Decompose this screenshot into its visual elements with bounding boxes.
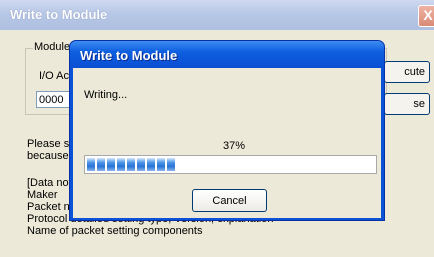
- detail-line-5: Name of packet setting components: [27, 225, 203, 237]
- detail-line-2: Maker: [27, 189, 58, 201]
- dialog-title-bar[interactable]: Write to Module: [70, 41, 384, 68]
- progress-segment: [167, 158, 175, 171]
- progress-bar: [84, 155, 377, 174]
- note-line-2: because: [27, 150, 69, 162]
- progress-segment: [137, 158, 145, 171]
- background-close-icon[interactable]: X: [418, 5, 434, 27]
- progress-percent: 37%: [222, 140, 246, 152]
- progress-segment: [117, 158, 125, 171]
- cancel-button[interactable]: Cancel: [192, 189, 267, 212]
- detail-line-1: [Data not: [27, 177, 72, 189]
- write-progress-dialog: Write to Module Writing... 37% Cancel: [69, 40, 385, 221]
- background-title-bar: Write to Module X: [0, 0, 434, 30]
- progress-segment: [157, 158, 165, 171]
- status-text: Writing...: [84, 89, 128, 101]
- detail-line-3: Packet n: [27, 201, 70, 213]
- progress-segment: [107, 158, 115, 171]
- io-address-label: I/O Ac: [39, 70, 69, 82]
- background-window-title: Write to Module: [10, 7, 108, 22]
- progress-segment: [97, 158, 105, 171]
- progress-segment: [127, 158, 135, 171]
- progress-segment: [147, 158, 155, 171]
- module-group-label: Module: [33, 41, 72, 53]
- dialog-body: Writing... 37% Cancel: [73, 68, 381, 218]
- execute-button[interactable]: cute: [384, 61, 430, 83]
- dialog-title: Write to Module: [80, 48, 178, 63]
- progress-segment: [87, 158, 95, 171]
- close-button[interactable]: se: [384, 93, 430, 115]
